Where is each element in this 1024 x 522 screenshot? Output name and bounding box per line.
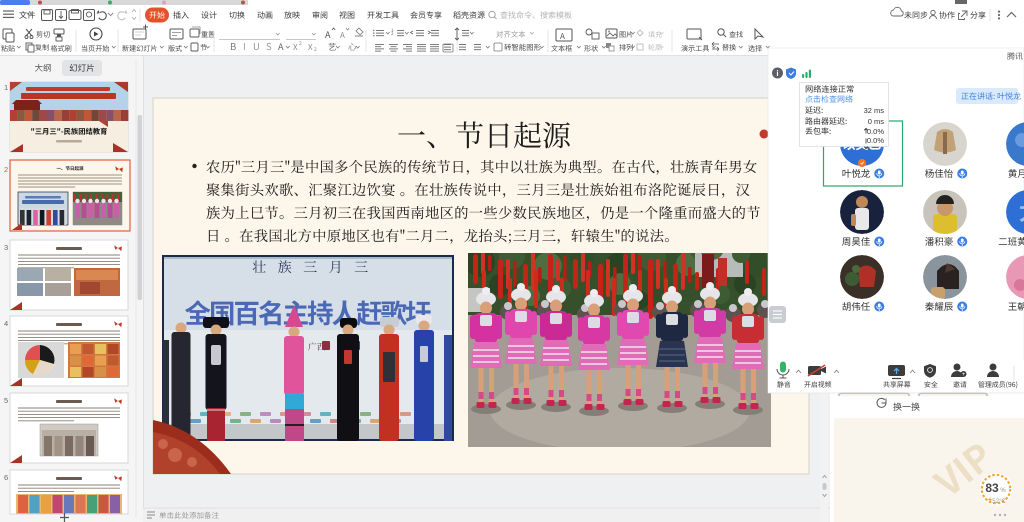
- svg-text:1: 1: [4, 83, 8, 92]
- svg-text:52°C: 52°C: [992, 499, 1006, 505]
- svg-text:%: %: [1000, 488, 1006, 494]
- svg-text:3: 3: [4, 243, 8, 252]
- svg-text:5: 5: [4, 396, 8, 405]
- svg-text:4: 4: [4, 319, 8, 328]
- svg-text:2: 2: [4, 165, 8, 174]
- svg-text:32 ms: 32 ms: [864, 106, 885, 115]
- svg-text:i: i: [776, 69, 778, 78]
- svg-text:0.0%: 0.0%: [867, 127, 884, 136]
- svg-text:+: +: [962, 372, 966, 378]
- svg-text:83: 83: [985, 481, 999, 495]
- svg-text:6: 6: [4, 473, 8, 482]
- svg-text:0 ms: 0 ms: [868, 117, 885, 126]
- svg-text:0.0%: 0.0%: [867, 136, 884, 145]
